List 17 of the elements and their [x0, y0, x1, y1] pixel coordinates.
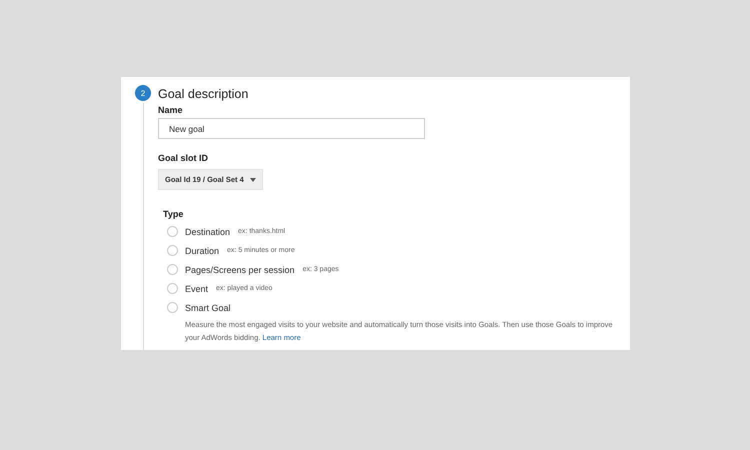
option-label: Event [185, 284, 208, 294]
step-number: 2 [135, 85, 151, 101]
option-label: Pages/Screens per session [185, 264, 295, 274]
option-label: Destination [185, 226, 230, 236]
radio-button[interactable] [167, 226, 178, 237]
radio-button[interactable] [167, 283, 178, 294]
field-label: Goal slot ID [158, 153, 208, 163]
name-field[interactable]: New goal [158, 118, 425, 139]
radio-button[interactable] [167, 264, 178, 275]
section-title: Goal description [158, 86, 248, 102]
option-label: Smart Goal [185, 302, 231, 312]
radio-button[interactable] [167, 302, 178, 313]
caret-icon [250, 178, 256, 182]
field-label: Type [163, 209, 184, 219]
radio-button[interactable] [167, 245, 178, 256]
field-label: Name [158, 105, 183, 115]
option-label: Duration [185, 246, 220, 256]
